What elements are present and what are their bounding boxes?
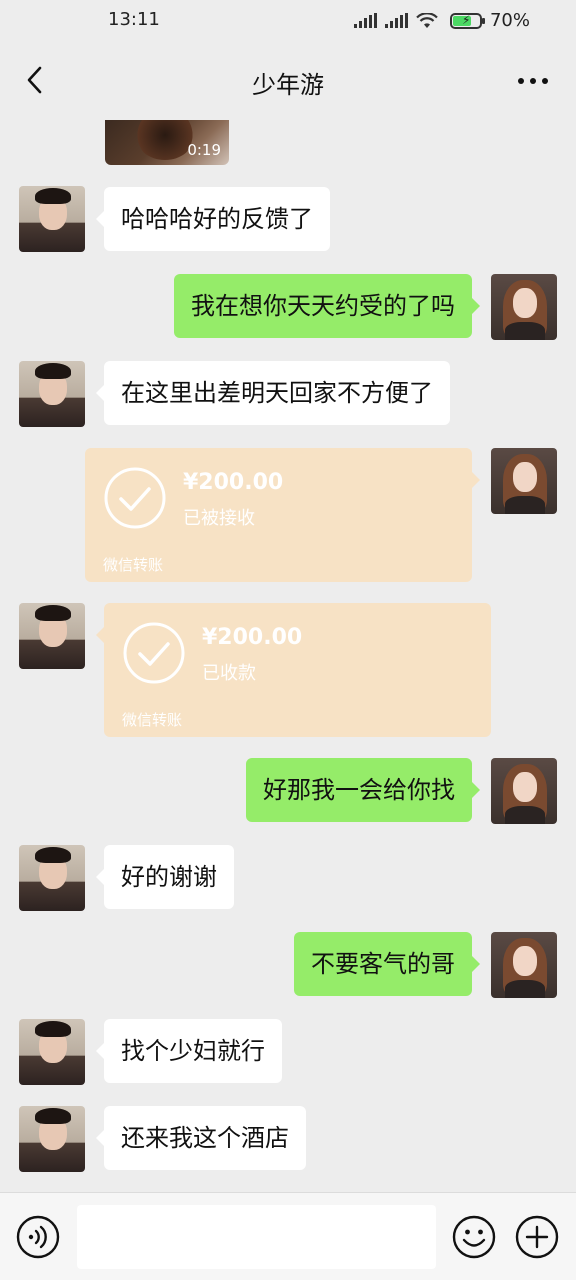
transfer-label: 微信转账 bbox=[103, 556, 164, 574]
battery-percent: 70% bbox=[489, 10, 530, 31]
message-list[interactable]: 0:19 哈哈哈好的反馈了 我在想你天天约受的了吗 在这里出差明天回家不方便了 … bbox=[0, 120, 576, 1192]
message-bubble-incoming[interactable]: 还来我这个酒店 bbox=[96, 1106, 306, 1170]
transfer-card-incoming[interactable]: ¥200.00 已收款 微信转账 bbox=[96, 603, 491, 737]
transfer-amount: ¥200.00 bbox=[183, 470, 284, 495]
transfer-label: 微信转账 bbox=[122, 711, 183, 729]
message-bubble-incoming[interactable]: 哈哈哈好的反馈了 bbox=[96, 187, 330, 251]
contact-avatar[interactable] bbox=[19, 1019, 85, 1085]
video-duration: 0:19 bbox=[187, 141, 221, 159]
page-title: 少年游 bbox=[252, 71, 324, 99]
status-bar: 13:11 ⚡ 70% bbox=[0, 0, 576, 40]
transfer-amount: ¥200.00 bbox=[202, 625, 303, 650]
transfer-card-outgoing[interactable]: ¥200.00 已被接收 微信转账 bbox=[85, 448, 480, 582]
charging-bolt-icon: ⚡ bbox=[461, 12, 471, 27]
status-time: 13:11 bbox=[108, 9, 160, 30]
my-avatar[interactable] bbox=[491, 274, 557, 340]
message-bubble-outgoing[interactable]: 好那我一会给你找 bbox=[246, 758, 480, 822]
video-thumbnail-image bbox=[135, 120, 195, 160]
my-avatar[interactable] bbox=[491, 932, 557, 998]
wifi-icon bbox=[416, 12, 438, 28]
my-avatar[interactable] bbox=[491, 448, 557, 514]
message-bubble-outgoing[interactable]: 不要客气的哥 bbox=[294, 932, 480, 996]
battery-icon: ⚡ bbox=[449, 12, 485, 29]
plus-icon[interactable] bbox=[515, 1215, 559, 1259]
check-icon bbox=[104, 467, 166, 529]
message-bubble-outgoing[interactable]: 我在想你天天约受的了吗 bbox=[174, 274, 480, 338]
contact-avatar[interactable] bbox=[19, 186, 85, 252]
message-input[interactable] bbox=[77, 1205, 436, 1269]
contact-avatar[interactable] bbox=[19, 361, 85, 427]
transfer-status: 已被接收 bbox=[183, 508, 255, 529]
message-bubble-incoming[interactable]: 找个少妇就行 bbox=[96, 1019, 282, 1083]
contact-avatar[interactable] bbox=[19, 603, 85, 669]
contact-avatar[interactable] bbox=[19, 845, 85, 911]
video-message[interactable]: 0:19 bbox=[105, 120, 229, 165]
contact-avatar[interactable] bbox=[19, 1106, 85, 1172]
status-indicators: ⚡ 70% bbox=[353, 10, 530, 31]
check-icon bbox=[123, 622, 185, 684]
signal-icon-2 bbox=[384, 13, 408, 28]
chat-header: 少年游 bbox=[0, 40, 576, 120]
emoji-icon[interactable] bbox=[452, 1215, 496, 1259]
transfer-status: 已收款 bbox=[202, 663, 256, 684]
input-toolbar bbox=[0, 1192, 576, 1280]
message-bubble-incoming[interactable]: 好的谢谢 bbox=[96, 845, 234, 909]
more-icon[interactable] bbox=[518, 78, 548, 84]
my-avatar[interactable] bbox=[491, 758, 557, 824]
voice-icon[interactable] bbox=[16, 1215, 60, 1259]
signal-icon bbox=[353, 13, 377, 28]
message-bubble-incoming[interactable]: 在这里出差明天回家不方便了 bbox=[96, 361, 450, 425]
